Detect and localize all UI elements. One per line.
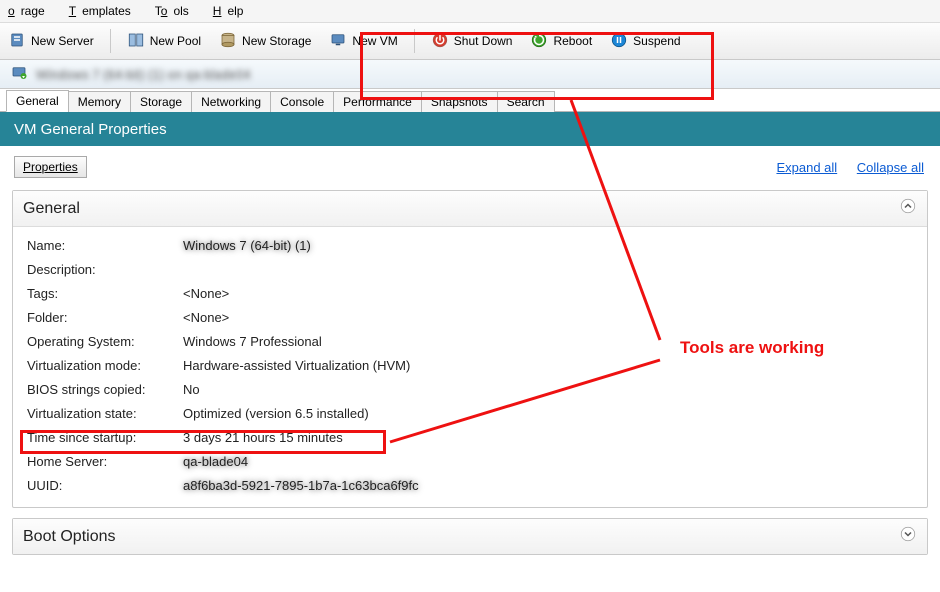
section-boot-options: Boot Options <box>12 518 928 555</box>
row-bios: BIOS strings copied:No <box>27 377 913 401</box>
label-virt-state: Virtualization state: <box>27 406 183 421</box>
chevron-up-icon <box>899 197 917 220</box>
storage-icon <box>219 31 237 52</box>
tab-performance[interactable]: Performance <box>333 91 422 112</box>
section-general-header[interactable]: General <box>13 191 927 227</box>
tab-storage[interactable]: Storage <box>130 91 192 112</box>
new-storage-button[interactable]: New Storage <box>215 29 315 54</box>
value-tags: <None> <box>183 286 913 301</box>
expand-collapse-links: Expand all Collapse all <box>760 160 924 175</box>
suspend-label: Suspend <box>633 34 680 48</box>
tab-bar: General Memory Storage Networking Consol… <box>0 89 940 112</box>
general-properties-table: Name:Windows 7 (64-bit) (1) Description:… <box>13 227 927 507</box>
toolbar-separator <box>414 29 415 53</box>
tab-networking[interactable]: Networking <box>191 91 271 112</box>
value-uuid: a8f6ba3d-5921-7895-1b7a-1c63bca6f9fc <box>183 478 913 493</box>
vm-breadcrumb: Windows 7 (64-bit) (1) on qa-blade04 <box>0 60 940 89</box>
value-uptime: 3 days 21 hours 15 minutes <box>183 430 913 445</box>
reboot-label: Reboot <box>553 34 592 48</box>
label-bios: BIOS strings copied: <box>27 382 183 397</box>
tab-console[interactable]: Console <box>270 91 334 112</box>
toolbar-separator <box>110 29 111 53</box>
row-virt-state: Virtualization state:Optimized (version … <box>27 401 913 425</box>
pause-icon <box>610 31 628 52</box>
server-icon <box>8 31 26 52</box>
section-general-title: General <box>23 200 80 218</box>
row-tags: Tags:<None> <box>27 281 913 305</box>
toolbar: New Server New Pool New Storage New VM S… <box>0 22 940 60</box>
section-general: General Name:Windows 7 (64-bit) (1) Desc… <box>12 190 928 508</box>
shut-down-button[interactable]: Shut Down <box>427 29 517 54</box>
tab-general[interactable]: General <box>6 90 69 112</box>
shut-down-label: Shut Down <box>454 34 513 48</box>
section-boot-header[interactable]: Boot Options <box>13 519 927 554</box>
value-os: Windows 7 Professional <box>183 334 913 349</box>
row-description: Description: <box>27 257 913 281</box>
value-name: Windows 7 (64-bit) (1) <box>183 238 913 253</box>
properties-button[interactable]: Properties <box>14 156 87 178</box>
power-icon <box>431 31 449 52</box>
new-pool-label: New Pool <box>150 34 201 48</box>
value-folder: <None> <box>183 310 913 325</box>
reboot-icon <box>530 31 548 52</box>
row-home-server: Home Server:qa-blade04 <box>27 449 913 473</box>
label-home-server: Home Server: <box>27 454 183 469</box>
row-uptime: Time since startup:3 days 21 hours 15 mi… <box>27 425 913 449</box>
chevron-down-icon <box>899 525 917 548</box>
page-header: VM General Properties <box>0 112 940 146</box>
row-uuid: UUID:a8f6ba3d-5921-7895-1b7a-1c63bca6f9f… <box>27 473 913 497</box>
reboot-button[interactable]: Reboot <box>526 29 596 54</box>
new-server-button[interactable]: New Server <box>4 29 98 54</box>
row-virt-mode: Virtualization mode:Hardware-assisted Vi… <box>27 353 913 377</box>
collapse-all-link[interactable]: Collapse all <box>857 160 924 175</box>
row-os: Operating System:Windows 7 Professional <box>27 329 913 353</box>
menu-templates[interactable]: Templates <box>63 2 143 20</box>
menu-storage[interactable]: orage <box>2 2 57 20</box>
pool-icon <box>127 31 145 52</box>
label-name: Name: <box>27 238 183 253</box>
expand-all-link[interactable]: Expand all <box>776 160 837 175</box>
label-description: Description: <box>27 262 183 277</box>
label-os: Operating System: <box>27 334 183 349</box>
row-name: Name:Windows 7 (64-bit) (1) <box>27 233 913 257</box>
tab-memory[interactable]: Memory <box>68 91 131 112</box>
label-folder: Folder: <box>27 310 183 325</box>
label-virt-mode: Virtualization mode: <box>27 358 183 373</box>
label-tags: Tags: <box>27 286 183 301</box>
new-pool-button[interactable]: New Pool <box>123 29 205 54</box>
new-storage-label: New Storage <box>242 34 311 48</box>
label-uptime: Time since startup: <box>27 430 183 445</box>
new-vm-button[interactable]: New VM <box>325 29 401 54</box>
value-home-server: qa-blade04 <box>183 454 913 469</box>
menu-tools[interactable]: Tools <box>149 2 201 20</box>
new-vm-label: New VM <box>352 34 397 48</box>
vm-icon <box>329 31 347 52</box>
value-bios: No <box>183 382 913 397</box>
section-boot-title: Boot Options <box>23 528 116 546</box>
row-folder: Folder:<None> <box>27 305 913 329</box>
new-server-label: New Server <box>31 34 94 48</box>
vm-running-icon <box>10 64 28 85</box>
label-uuid: UUID: <box>27 478 183 493</box>
value-virt-state: Optimized (version 6.5 installed) <box>183 406 913 421</box>
tab-search[interactable]: Search <box>497 91 555 112</box>
content-body: Properties Expand all Collapse all Gener… <box>0 146 940 592</box>
page-title: VM General Properties <box>14 121 167 138</box>
value-virt-mode: Hardware-assisted Virtualization (HVM) <box>183 358 913 373</box>
vm-name: Windows 7 (64-bit) (1) on qa-blade04 <box>36 67 251 82</box>
suspend-button[interactable]: Suspend <box>606 29 684 54</box>
menu-bar: orage Templates Tools Help <box>0 0 940 22</box>
menu-help[interactable]: Help <box>207 2 256 20</box>
tab-snapshots[interactable]: Snapshots <box>421 91 498 112</box>
